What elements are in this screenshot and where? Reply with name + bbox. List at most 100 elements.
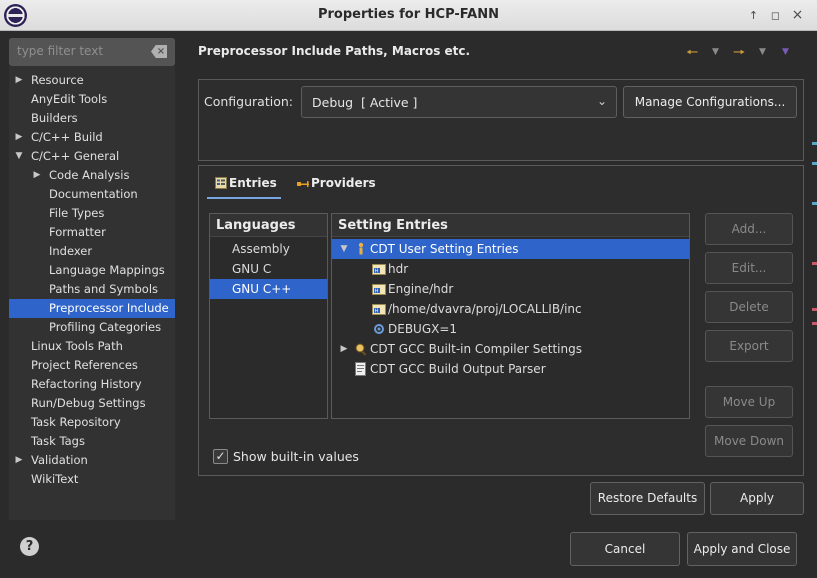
tree-item-label: Task Tags: [31, 434, 85, 448]
apply-and-close-button[interactable]: Apply and Close: [687, 532, 797, 566]
delete-entry-button[interactable]: Delete: [705, 291, 793, 323]
collapsed-arrow-icon[interactable]: ▶: [13, 128, 25, 147]
user-entries-icon: [354, 242, 368, 256]
tree-item[interactable]: Formatter: [9, 223, 175, 242]
clear-filter-icon[interactable]: ×: [151, 45, 167, 58]
tree-item[interactable]: ▶ Resource: [9, 71, 175, 90]
tree-item[interactable]: ▶ Code Analysis: [9, 166, 175, 185]
tree-item[interactable]: ▶ C/C++ Build: [9, 128, 175, 147]
configuration-select[interactable]: Debug [ Active ] ⌄: [301, 86, 617, 118]
collapsed-arrow-icon[interactable]: ▶: [13, 71, 25, 90]
cancel-button[interactable]: Cancel: [570, 532, 680, 566]
languages-list: Languages Assembly GNU C GNU C++: [209, 213, 328, 419]
tree-item[interactable]: Language Mappings: [9, 261, 175, 280]
back-arrow-icon[interactable]: 🠔: [686, 42, 698, 66]
help-icon[interactable]: ?: [20, 537, 39, 556]
setting-entry-label: CDT GCC Built-in Compiler Settings: [370, 342, 582, 356]
tree-item[interactable]: Task Tags: [9, 432, 175, 451]
include-folder-icon: H: [372, 302, 386, 316]
tree-item[interactable]: Project References: [9, 356, 175, 375]
tree-item[interactable]: File Types: [9, 204, 175, 223]
language-item[interactable]: GNU C++: [210, 279, 327, 299]
back-menu-chevron-icon[interactable]: ▼: [712, 47, 719, 57]
setting-entry[interactable]: ▶ CDT GCC Built-in Compiler Settings: [332, 339, 689, 359]
filter-field[interactable]: ×: [9, 38, 175, 66]
tree-item[interactable]: ▼ C/C++ General: [9, 147, 175, 166]
tree-item-label: Builders: [31, 111, 78, 125]
export-entry-button[interactable]: Export: [705, 330, 793, 362]
setting-entries-header: Setting Entries: [332, 214, 689, 237]
tree-item-label: Linux Tools Path: [31, 339, 123, 353]
setting-entries-tree: Setting Entries ▼ CDT User Setting Entrie…: [331, 213, 690, 419]
tree-item[interactable]: Refactoring History: [9, 375, 175, 394]
apply-button[interactable]: Apply: [710, 482, 804, 515]
setting-entry[interactable]: H Engine/hdr: [332, 279, 689, 299]
edit-entry-button[interactable]: Edit...: [705, 252, 793, 284]
tree-item[interactable]: Preprocessor Include: [9, 299, 175, 318]
setting-entry-label: CDT User Setting Entries: [370, 242, 519, 256]
tree-item[interactable]: Indexer: [9, 242, 175, 261]
setting-entry-label: Engine/hdr: [388, 282, 454, 296]
minimize-icon[interactable]: ↑: [744, 6, 763, 25]
tree-item[interactable]: AnyEdit Tools: [9, 90, 175, 109]
tab-entries-label: Entries: [229, 176, 277, 190]
active-tab-indicator: [207, 197, 281, 199]
forward-menu-chevron-icon[interactable]: ▼: [759, 47, 766, 57]
restore-defaults-button[interactable]: Restore Defaults: [590, 482, 705, 515]
entries-icon: [215, 177, 227, 192]
svg-text:H: H: [375, 309, 379, 315]
setting-entry-label: /home/dvavra/proj/LOCALLIB/inc: [388, 302, 582, 316]
tree-item[interactable]: Builders: [9, 109, 175, 128]
move-down-button[interactable]: Move Down: [705, 425, 793, 457]
add-entry-button[interactable]: Add...: [705, 213, 793, 245]
view-menu-icon[interactable]: ▼: [782, 47, 789, 57]
providers-icon: [297, 178, 309, 192]
tree-item[interactable]: Run/Debug Settings: [9, 394, 175, 413]
collapsed-arrow-icon[interactable]: ▶: [13, 451, 25, 470]
tab-entries[interactable]: Entries: [215, 176, 277, 192]
window-title: Properties for HCP-FANN: [317, 7, 499, 22]
language-item[interactable]: Assembly: [210, 239, 327, 259]
property-page-tree: ▶ Resource AnyEdit Tools Builders ▶ C/C++ Bui…: [9, 71, 175, 489]
setting-entry[interactable]: CDT GCC Build Output Parser: [332, 359, 689, 379]
tree-item-label: WikiText: [31, 472, 79, 486]
compiler-settings-icon: [354, 342, 368, 356]
tree-item[interactable]: Task Repository: [9, 413, 175, 432]
close-icon[interactable]: ×: [788, 6, 807, 25]
setting-entry[interactable]: Hhdr: [332, 259, 689, 279]
collapsed-arrow-icon[interactable]: ▶: [338, 339, 350, 359]
tree-item-label: Validation: [31, 453, 88, 467]
setting-entry-label: hdr: [388, 262, 409, 276]
forward-arrow-icon[interactable]: 🠖: [733, 42, 745, 66]
tree-item-label: Profiling Categories: [49, 320, 162, 334]
tree-item[interactable]: ▶ Validation: [9, 451, 175, 470]
setting-entry-label: CDT GCC Build Output Parser: [370, 362, 546, 376]
tree-item[interactable]: Paths and Symbols: [9, 280, 175, 299]
setting-entry[interactable]: ▼ CDT User Setting Entries: [332, 239, 689, 259]
include-folder-icon: H: [372, 282, 386, 296]
setting-entry[interactable]: H/home/dvavra/proj/LOCALLIB/inc: [332, 299, 689, 319]
show-builtin-checkbox[interactable]: ✓: [213, 449, 228, 464]
tree-item-label: Refactoring History: [31, 377, 142, 391]
setting-entry[interactable]: DEBUGX=1: [332, 319, 689, 339]
languages-header: Languages: [210, 214, 327, 237]
filter-input[interactable]: [17, 44, 147, 58]
collapsed-arrow-icon[interactable]: ▶: [31, 166, 43, 185]
maximize-icon[interactable]: ◻: [766, 6, 785, 25]
expanded-arrow-icon[interactable]: ▼: [338, 239, 350, 259]
tree-item[interactable]: Documentation: [9, 185, 175, 204]
move-up-button[interactable]: Move Up: [705, 386, 793, 418]
manage-configurations-button[interactable]: Manage Configurations...: [623, 86, 797, 118]
tree-item-label: Project References: [31, 358, 138, 372]
background-window-edge: [810, 130, 817, 430]
include-folder-icon: H: [372, 262, 386, 276]
tree-item[interactable]: Linux Tools Path: [9, 337, 175, 356]
tree-item[interactable]: Profiling Categories: [9, 318, 175, 337]
language-item[interactable]: GNU C: [210, 259, 327, 279]
tab-providers[interactable]: Providers: [297, 176, 376, 192]
tree-item-label: Preprocessor Include: [49, 301, 169, 315]
tree-item[interactable]: WikiText: [9, 470, 175, 489]
configuration-value: Debug [ Active ]: [312, 95, 418, 110]
tree-item-label: Code Analysis: [49, 168, 130, 182]
expanded-arrow-icon[interactable]: ▼: [13, 147, 25, 166]
